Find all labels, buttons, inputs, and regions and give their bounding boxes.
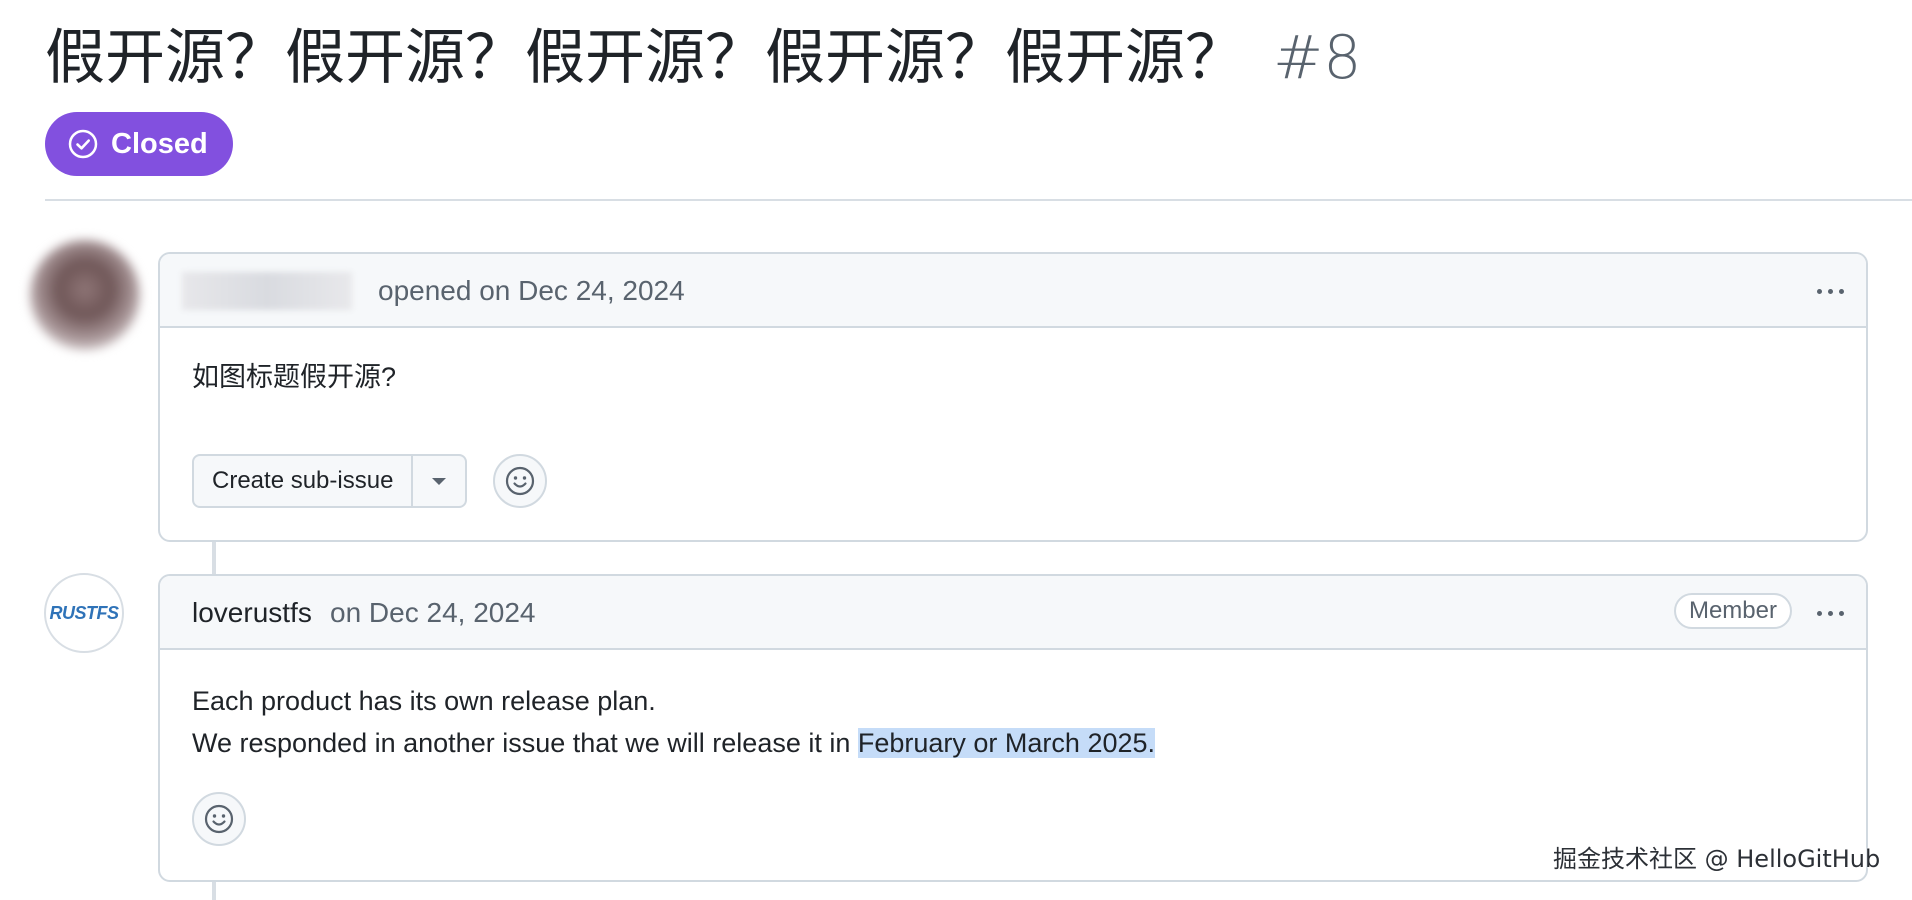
issue-body-comment: opened on Dec 24, 2024 如图标题假开源? Create s… (158, 252, 1868, 542)
triangle-down-icon (432, 478, 447, 485)
issue-page: 假开源？假开源？假开源？假开源？假开源？ #8 Closed opened on … (0, 0, 1912, 900)
comment-author[interactable]: loverustfs (192, 594, 312, 632)
loverustfs-avatar[interactable]: RUSTFS (44, 573, 124, 653)
add-reaction-button[interactable] (192, 792, 246, 846)
issue-title: 假开源？假开源？假开源？假开源？假开源？ #8 (45, 16, 1361, 100)
kebab-horizontal-icon (1816, 288, 1822, 294)
comment-text-line-2: We responded in another issue that we wi… (192, 722, 1156, 764)
comment-text-prefix: We responded in another issue that we wi… (192, 728, 858, 758)
comment-options-button[interactable] (1810, 598, 1850, 628)
check-circle-icon (68, 129, 98, 159)
reply-comment: loverustfs on Dec 24, 2024 Member Each p… (158, 574, 1868, 882)
highlighted-release-date: February or March 2025. (857, 728, 1156, 758)
issue-state-label: Closed (111, 127, 208, 160)
member-badge: Member (1673, 593, 1792, 629)
issue-state-badge: Closed (45, 112, 233, 176)
watermark: 掘金技术社区 @ HelloGitHub (1553, 845, 1881, 873)
smiley-icon (505, 466, 535, 496)
kebab-horizontal-icon (1816, 610, 1822, 616)
create-sub-issue-dropdown-button[interactable] (413, 456, 465, 506)
create-sub-issue-button[interactable]: Create sub-issue (194, 456, 414, 506)
header-divider (45, 199, 1912, 201)
comment-header: opened on Dec 24, 2024 (160, 254, 1866, 328)
comment-options-button[interactable] (1810, 276, 1850, 306)
comment-header: loverustfs on Dec 24, 2024 Member (160, 576, 1866, 650)
issue-title-text: 假开源？假开源？假开源？假开源？假开源？ (45, 23, 1245, 93)
opened-timestamp[interactable]: opened on Dec 24, 2024 (378, 272, 685, 310)
create-sub-issue-split-button: Create sub-issue (192, 454, 468, 508)
comment-text: 如图标题假开源? (192, 362, 397, 392)
comment-text-line-1: Each product has its own release plan. (192, 686, 656, 716)
issue-number: #8 (1273, 23, 1362, 93)
rustfs-logo: RUSTFS (49, 602, 120, 623)
add-reaction-button[interactable] (493, 454, 547, 508)
smiley-icon (204, 804, 234, 834)
comment-timestamp[interactable]: on Dec 24, 2024 (330, 594, 536, 632)
opener-avatar[interactable] (30, 240, 140, 350)
author-name-redacted[interactable] (182, 272, 352, 310)
